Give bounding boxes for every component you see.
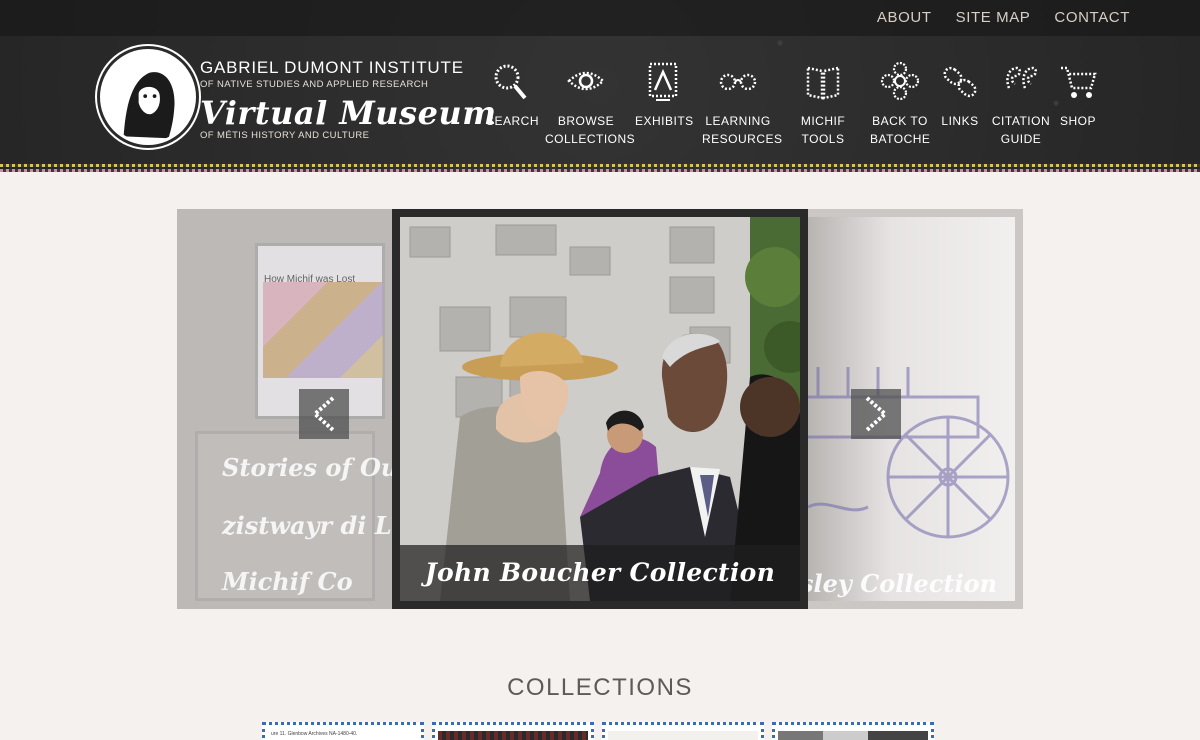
main-nav: SEARCH BROWSE COLLECTIONS EXHIBITS LEARNI… xyxy=(0,60,1200,160)
nav-label: EXHIBITS xyxy=(635,114,694,128)
collection-thumb[interactable] xyxy=(602,722,764,740)
about-link[interactable]: ABOUT xyxy=(877,9,932,26)
beaded-divider xyxy=(0,164,1200,172)
slide-caption: sley Collection xyxy=(808,569,998,598)
carousel-slide-next[interactable]: sley Collection xyxy=(808,217,1015,601)
thumb-image xyxy=(608,731,758,740)
slide-caption-bar: John Boucher Collection xyxy=(400,545,800,601)
thumb-caption: ure 11. Glenbow Archives NA-1480-40. xyxy=(271,731,358,737)
chevron-left-icon xyxy=(311,396,335,432)
carousel-slide-prev[interactable]: How Michif was Lost Stories of Our zistw… xyxy=(177,209,411,609)
carousel-prev-button[interactable] xyxy=(299,389,349,439)
site-header: ABOUT SITE MAP CONTACT GABRIEL DUMONT IN… xyxy=(0,0,1200,172)
poster-illustration xyxy=(263,282,383,378)
nav-browse-collections[interactable]: BROWSE COLLECTIONS xyxy=(545,60,635,148)
nav-label: SHOP xyxy=(1059,114,1096,128)
nav-learning-resources[interactable]: LEARNING RESOURCES xyxy=(702,60,782,148)
thumb-image xyxy=(778,731,928,740)
cart-icon xyxy=(1061,66,1097,98)
featured-carousel: How Michif was Lost Stories of Our zistw… xyxy=(177,209,1023,609)
easel-icon xyxy=(648,62,678,101)
nav-michif-tools[interactable]: MICHIF TOOLS xyxy=(796,60,850,148)
quote-icon xyxy=(1006,66,1037,89)
nav-label: BACK TO xyxy=(872,114,928,128)
cart-sketch-image xyxy=(808,367,1010,539)
nav-label: SEARCH xyxy=(486,114,540,128)
nav-exhibits[interactable]: EXHIBITS xyxy=(635,60,694,130)
slide-caption[interactable]: John Boucher Collection xyxy=(400,545,800,601)
site-map-link[interactable]: SITE MAP xyxy=(956,9,1031,26)
nav-citation-guide[interactable]: CITATION GUIDE xyxy=(990,60,1052,148)
nav-back-to-batoche[interactable]: BACK TO BATOCHE xyxy=(870,60,930,148)
collection-photo xyxy=(400,217,800,601)
top-bar: ABOUT SITE MAP CONTACT xyxy=(0,0,1200,36)
collection-thumb[interactable] xyxy=(772,722,934,740)
book-icon xyxy=(806,66,840,100)
nav-label: MICHIF xyxy=(800,114,846,128)
slide-caption: Stories of Our xyxy=(222,453,412,482)
nav-label: TOOLS xyxy=(801,132,845,146)
nav-search[interactable]: SEARCH xyxy=(486,60,539,130)
contact-link[interactable]: CONTACT xyxy=(1054,9,1130,26)
nav-shop[interactable]: SHOP xyxy=(1056,60,1100,130)
glasses-icon xyxy=(719,73,757,91)
search-icon xyxy=(494,64,527,100)
photo-image xyxy=(400,217,800,601)
collection-thumb[interactable]: ure 11. Glenbow Archives NA-1480-40. xyxy=(262,722,424,740)
nav-label: BROWSE xyxy=(557,114,615,128)
flower-icon xyxy=(880,61,920,101)
nav-label: LEARNING xyxy=(705,114,771,128)
link-icon xyxy=(943,66,977,98)
chevron-right-icon xyxy=(865,396,889,432)
nav-label: LINKS xyxy=(941,114,979,128)
nav-label: COLLECTIONS xyxy=(545,132,636,146)
carousel-next-button[interactable] xyxy=(851,389,901,439)
nav-label: RESOURCES xyxy=(702,132,783,146)
slide-caption: Michif Co xyxy=(222,567,353,596)
collections-heading: COLLECTIONS xyxy=(507,674,693,701)
carousel-slide-active[interactable]: John Boucher Collection xyxy=(392,209,808,609)
thumb-image xyxy=(438,731,588,740)
nav-links[interactable]: LINKS xyxy=(938,60,982,130)
nav-label: CITATION xyxy=(991,114,1051,128)
slide-caption: zistwayr di L xyxy=(222,511,392,540)
eye-icon xyxy=(567,71,605,91)
top-links: ABOUT SITE MAP CONTACT xyxy=(877,9,1130,26)
nav-label: GUIDE xyxy=(1000,132,1042,146)
collection-thumb[interactable] xyxy=(432,722,594,740)
nav-label: BATOCHE xyxy=(870,132,931,146)
collections-thumbnails: ure 11. Glenbow Archives NA-1480-40. xyxy=(262,722,934,740)
